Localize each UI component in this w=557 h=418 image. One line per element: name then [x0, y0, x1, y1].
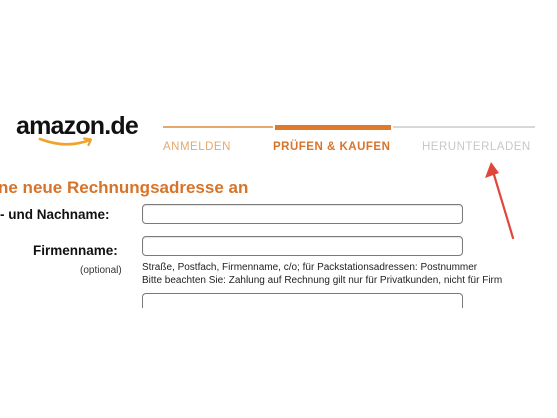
page: amazon.de ANMELDEN PRÜFEN & KAUFEN HERUN… — [0, 0, 557, 418]
name-label: - und Nachname: — [0, 207, 110, 222]
company-input[interactable] — [142, 236, 463, 256]
step-bar-pruefen — [275, 125, 391, 130]
street-hint: Straße, Postfach, Firmenname, c/o; für P… — [142, 262, 478, 273]
step-herunterladen: HERUNTERLADEN — [422, 141, 531, 153]
company-label: Firmenname: — [33, 243, 118, 258]
step-bar-herunterladen — [393, 126, 535, 128]
company-optional-label: (optional) — [80, 265, 122, 276]
smile-arrow-icon — [38, 137, 93, 147]
checkout-progress: ANMELDEN PRÜFEN & KAUFEN HERUNTERLADEN — [163, 125, 535, 156]
step-pruefen-kaufen: PRÜFEN & KAUFEN — [273, 141, 391, 153]
address-input[interactable] — [142, 293, 463, 309]
annotation-arrow-icon — [485, 162, 515, 240]
amazon-logo[interactable]: amazon.de — [16, 112, 146, 152]
invoice-hint: Bitte beachten Sie: Zahlung auf Rechnung… — [142, 275, 503, 286]
name-input[interactable] — [142, 204, 463, 224]
section-heading: ne neue Rechnungsadresse an — [0, 178, 249, 197]
step-bar-anmelden — [163, 126, 273, 128]
step-anmelden: ANMELDEN — [163, 141, 231, 153]
page-blank-area — [0, 308, 557, 418]
